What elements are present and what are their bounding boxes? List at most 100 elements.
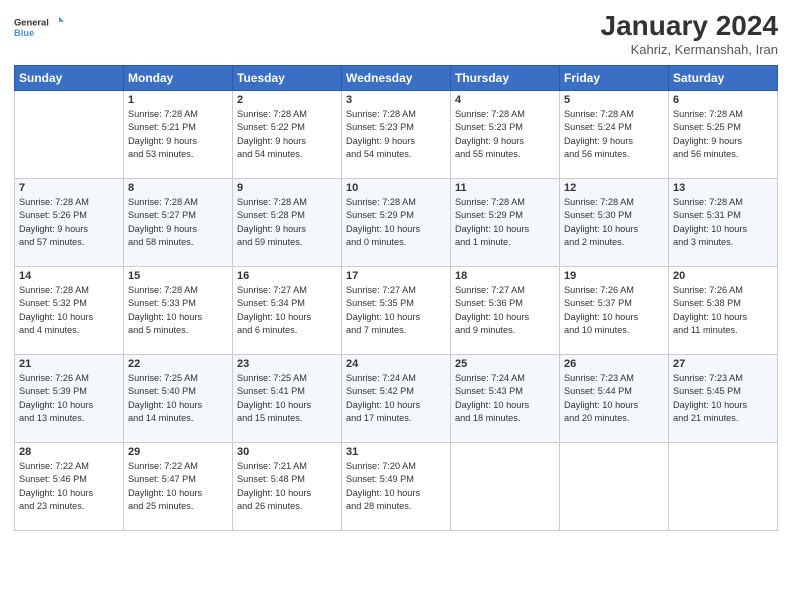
day-info: Sunrise: 7:21 AMSunset: 5:48 PMDaylight:… — [237, 460, 337, 513]
day-cell — [669, 443, 778, 531]
day-number: 18 — [455, 270, 555, 282]
day-number: 24 — [346, 358, 446, 370]
day-number: 9 — [237, 182, 337, 194]
week-row-2: 7 Sunrise: 7:28 AMSunset: 5:26 PMDaylight… — [15, 179, 778, 267]
day-info: Sunrise: 7:28 AMSunset: 5:23 PMDaylight:… — [455, 108, 555, 161]
day-cell: 20 Sunrise: 7:26 AMSunset: 5:38 PMDayligh… — [669, 267, 778, 355]
day-cell: 4Sunrise: 7:28 AMSunset: 5:23 PMDaylight… — [451, 91, 560, 179]
day-number: 7 — [19, 182, 119, 194]
day-cell: 24 Sunrise: 7:24 AMSunset: 5:42 PMDayligh… — [342, 355, 451, 443]
col-header-monday: Monday — [124, 66, 233, 91]
day-number: 19 — [564, 270, 664, 282]
day-cell: 3 Sunrise: 7:28 AMSunset: 5:23 PMDaylight… — [342, 91, 451, 179]
day-info: Sunrise: 7:28 AMSunset: 5:22 PMDaylight:… — [237, 108, 337, 161]
header-row: SundayMondayTuesdayWednesdayThursdayFrid… — [15, 66, 778, 91]
day-number: 17 — [346, 270, 446, 282]
day-number: 3 — [346, 94, 446, 106]
day-number: 2 — [237, 94, 337, 106]
day-number: 8 — [128, 182, 228, 194]
col-header-saturday: Saturday — [669, 66, 778, 91]
day-info: Sunrise: 7:28 AMSunset: 5:28 PMDaylight:… — [237, 196, 337, 249]
location: Kahriz, Kermanshah, Iran — [601, 42, 778, 57]
day-cell — [560, 443, 669, 531]
day-cell: 5 Sunrise: 7:28 AMSunset: 5:24 PMDaylight… — [560, 91, 669, 179]
day-info: Sunrise: 7:28 AMSunset: 5:32 PMDaylight:… — [19, 284, 119, 337]
day-info: Sunrise: 7:20 AMSunset: 5:49 PMDaylight:… — [346, 460, 446, 513]
day-number: 29 — [128, 446, 228, 458]
day-number: 28 — [19, 446, 119, 458]
day-info: Sunrise: 7:28 AMSunset: 5:23 PMDaylight:… — [346, 108, 446, 161]
day-cell: 12Sunrise: 7:28 AMSunset: 5:30 PMDayligh… — [560, 179, 669, 267]
day-cell: 28 Sunrise: 7:22 AMSunset: 5:46 PMDayligh… — [15, 443, 124, 531]
col-header-thursday: Thursday — [451, 66, 560, 91]
logo-svg: General Blue — [14, 10, 64, 46]
day-cell: 10Sunrise: 7:28 AMSunset: 5:29 PMDayligh… — [342, 179, 451, 267]
day-cell: 21Sunrise: 7:26 AMSunset: 5:39 PMDayligh… — [15, 355, 124, 443]
day-number: 5 — [564, 94, 664, 106]
day-cell: 31Sunrise: 7:20 AMSunset: 5:49 PMDayligh… — [342, 443, 451, 531]
day-number: 20 — [673, 270, 773, 282]
day-number: 25 — [455, 358, 555, 370]
day-number: 15 — [128, 270, 228, 282]
day-cell: 8 Sunrise: 7:28 AMSunset: 5:27 PMDaylight… — [124, 179, 233, 267]
day-cell: 17Sunrise: 7:27 AMSunset: 5:35 PMDayligh… — [342, 267, 451, 355]
title-block: January 2024 Kahriz, Kermanshah, Iran — [601, 10, 778, 57]
col-header-tuesday: Tuesday — [233, 66, 342, 91]
logo: General Blue — [14, 10, 64, 46]
day-info: Sunrise: 7:26 AMSunset: 5:37 PMDaylight:… — [564, 284, 664, 337]
day-cell: 29 Sunrise: 7:22 AMSunset: 5:47 PMDayligh… — [124, 443, 233, 531]
day-info: Sunrise: 7:22 AMSunset: 5:47 PMDaylight:… — [128, 460, 228, 513]
svg-text:Blue: Blue — [14, 28, 34, 38]
day-cell: 9 Sunrise: 7:28 AMSunset: 5:28 PMDaylight… — [233, 179, 342, 267]
day-cell: 18 Sunrise: 7:27 AMSunset: 5:36 PMDayligh… — [451, 267, 560, 355]
day-number: 14 — [19, 270, 119, 282]
day-cell: 6Sunrise: 7:28 AMSunset: 5:25 PMDaylight… — [669, 91, 778, 179]
week-row-3: 14 Sunrise: 7:28 AMSunset: 5:32 PMDayligh… — [15, 267, 778, 355]
day-cell: 15 Sunrise: 7:28 AMSunset: 5:33 PMDayligh… — [124, 267, 233, 355]
day-number: 11 — [455, 182, 555, 194]
day-info: Sunrise: 7:22 AMSunset: 5:46 PMDaylight:… — [19, 460, 119, 513]
day-info: Sunrise: 7:26 AMSunset: 5:38 PMDaylight:… — [673, 284, 773, 337]
day-number: 26 — [564, 358, 664, 370]
day-number: 22 — [128, 358, 228, 370]
day-info: Sunrise: 7:27 AMSunset: 5:34 PMDaylight:… — [237, 284, 337, 337]
day-info: Sunrise: 7:28 AMSunset: 5:21 PMDaylight:… — [128, 108, 228, 161]
svg-text:General: General — [14, 18, 49, 28]
day-cell: 13 Sunrise: 7:28 AMSunset: 5:31 PMDayligh… — [669, 179, 778, 267]
day-cell: 25 Sunrise: 7:24 AMSunset: 5:43 PMDayligh… — [451, 355, 560, 443]
day-info: Sunrise: 7:23 AMSunset: 5:44 PMDaylight:… — [564, 372, 664, 425]
day-cell: 2 Sunrise: 7:28 AMSunset: 5:22 PMDaylight… — [233, 91, 342, 179]
day-cell: 16 Sunrise: 7:27 AMSunset: 5:34 PMDayligh… — [233, 267, 342, 355]
week-row-4: 21Sunrise: 7:26 AMSunset: 5:39 PMDayligh… — [15, 355, 778, 443]
day-info: Sunrise: 7:28 AMSunset: 5:27 PMDaylight:… — [128, 196, 228, 249]
day-number: 1 — [128, 94, 228, 106]
day-number: 13 — [673, 182, 773, 194]
col-header-sunday: Sunday — [15, 66, 124, 91]
day-cell — [451, 443, 560, 531]
day-cell: 26 Sunrise: 7:23 AMSunset: 5:44 PMDayligh… — [560, 355, 669, 443]
day-cell: 23Sunrise: 7:25 AMSunset: 5:41 PMDayligh… — [233, 355, 342, 443]
day-info: Sunrise: 7:28 AMSunset: 5:26 PMDaylight:… — [19, 196, 119, 249]
day-info: Sunrise: 7:28 AMSunset: 5:33 PMDaylight:… — [128, 284, 228, 337]
day-cell: 7 Sunrise: 7:28 AMSunset: 5:26 PMDaylight… — [15, 179, 124, 267]
day-info: Sunrise: 7:26 AMSunset: 5:39 PMDaylight:… — [19, 372, 119, 425]
day-info: Sunrise: 7:28 AMSunset: 5:29 PMDaylight:… — [346, 196, 446, 249]
day-number: 30 — [237, 446, 337, 458]
day-info: Sunrise: 7:28 AMSunset: 5:24 PMDaylight:… — [564, 108, 664, 161]
day-cell: 22Sunrise: 7:25 AMSunset: 5:40 PMDayligh… — [124, 355, 233, 443]
day-cell: 11 Sunrise: 7:28 AMSunset: 5:29 PMDayligh… — [451, 179, 560, 267]
day-info: Sunrise: 7:24 AMSunset: 5:42 PMDaylight:… — [346, 372, 446, 425]
day-info: Sunrise: 7:24 AMSunset: 5:43 PMDaylight:… — [455, 372, 555, 425]
day-info: Sunrise: 7:25 AMSunset: 5:41 PMDaylight:… — [237, 372, 337, 425]
day-cell: 30 Sunrise: 7:21 AMSunset: 5:48 PMDayligh… — [233, 443, 342, 531]
day-number: 16 — [237, 270, 337, 282]
col-header-friday: Friday — [560, 66, 669, 91]
day-info: Sunrise: 7:28 AMSunset: 5:31 PMDaylight:… — [673, 196, 773, 249]
col-header-wednesday: Wednesday — [342, 66, 451, 91]
day-cell — [15, 91, 124, 179]
day-info: Sunrise: 7:28 AMSunset: 5:29 PMDaylight:… — [455, 196, 555, 249]
day-info: Sunrise: 7:28 AMSunset: 5:25 PMDaylight:… — [673, 108, 773, 161]
day-info: Sunrise: 7:27 AMSunset: 5:36 PMDaylight:… — [455, 284, 555, 337]
day-cell: 27Sunrise: 7:23 AMSunset: 5:45 PMDayligh… — [669, 355, 778, 443]
day-info: Sunrise: 7:28 AMSunset: 5:30 PMDaylight:… — [564, 196, 664, 249]
